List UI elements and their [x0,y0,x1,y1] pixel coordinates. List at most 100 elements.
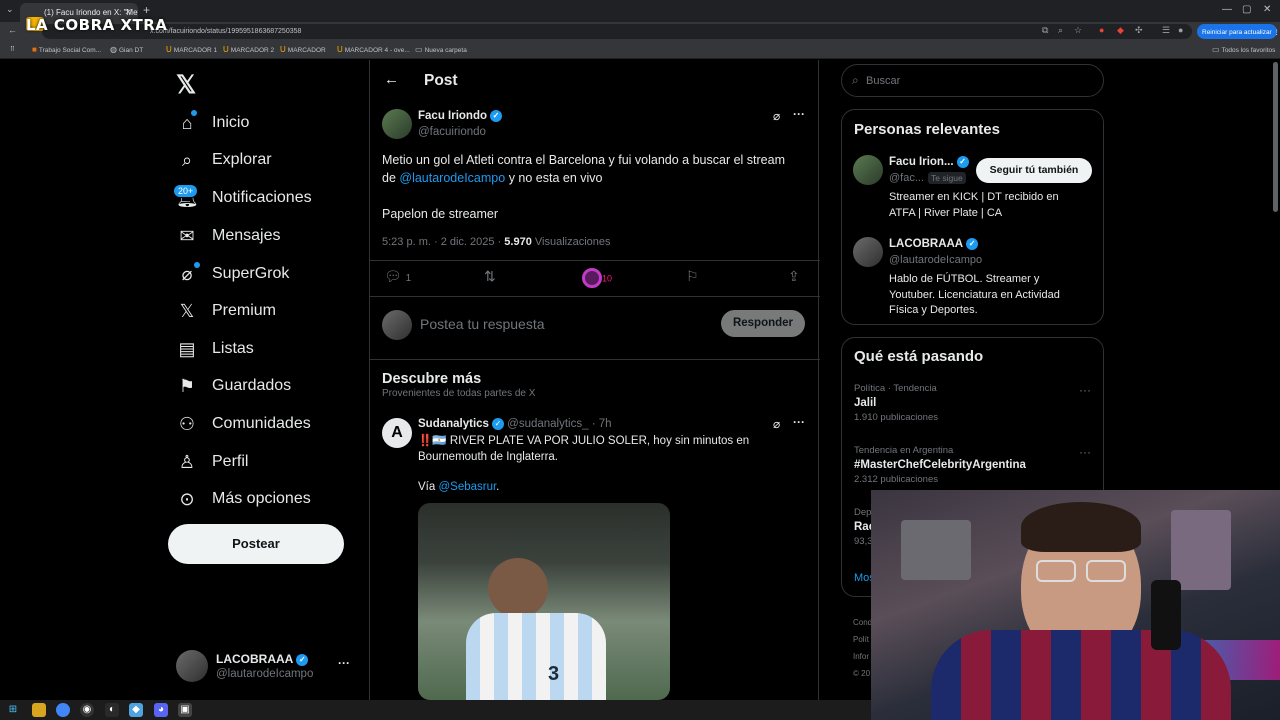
search-input[interactable]: ⌕ Buscar [841,64,1104,97]
mention-link[interactable]: @Sebasrur [438,481,496,493]
update-button[interactable]: Reiniciar para actualizar ⋮ [1197,24,1280,39]
back-arrow-icon[interactable]: ← [8,25,17,35]
avatar[interactable] [853,237,883,267]
verified-icon: ✓ [956,156,969,168]
nav-item-comunidades[interactable]: ⚇ Comunidades [176,409,311,439]
file-explorer-icon[interactable] [32,703,46,717]
more-icon[interactable]: ··· [338,656,350,670]
bookmark-item[interactable]: ◍ Gian DT [110,45,143,54]
reply-button[interactable]: Responder [721,310,805,337]
x-icon: 𝕏 [179,300,195,321]
verified-icon: ✓ [491,418,504,430]
window-close-icon[interactable]: ✕ [1263,4,1271,15]
tab-media-icon[interactable]: ☰ [1162,25,1170,36]
post-button[interactable]: Postear [168,524,344,564]
share-icon[interactable]: ⇪ [788,268,800,285]
nav-item-inicio[interactable]: ⌂ Inicio [176,108,250,138]
grok-icon[interactable]: ⌀ [773,417,780,431]
nav-item-mas-opciones[interactable]: ⊙ Más opciones [176,484,310,514]
bookmark-icon[interactable]: ⚐ [686,268,699,285]
like-count: 10 [602,273,613,284]
maximize-icon[interactable]: ▢ [1242,4,1251,15]
zoom-icon[interactable]: ⌕ [1058,25,1063,36]
discord-icon[interactable]: ◕ [154,703,168,717]
app-icon[interactable]: ◐ [105,703,119,717]
bookmark-item[interactable]: U MARCADOR 2 [223,45,274,54]
post-time[interactable]: 5:23 p. m. · 2 dic. 2025 · [382,236,501,248]
tab-search-icon[interactable]: ⌄ [6,4,14,15]
new-tab-icon[interactable]: + [143,3,150,17]
nav-item-mensajes[interactable]: ✉ Mensajes [176,221,280,251]
bookmark-item[interactable]: U MARCADOR 1 [166,45,217,54]
nav-item-guardados[interactable]: ⚑ Guardados [176,371,291,401]
app-icon[interactable]: ◆ [129,703,143,717]
person-handle: @fac... [889,172,925,184]
app-icon[interactable]: ◉ [80,703,94,717]
more-icon[interactable]: ··· [1079,445,1091,459]
author-handle[interactable]: @facuiriondo [418,126,486,138]
trend-item[interactable]: Tendencia en Argentina #MasterChefCelebr… [854,445,1094,485]
like-action[interactable]: 10 [582,268,612,288]
avatar[interactable] [853,155,883,185]
post-image[interactable]: 3 [418,503,670,700]
author-row[interactable]: Sudanalytics ✓ @sudanalytics_ · 7h [418,418,612,430]
person-name-row[interactable]: LACOBRAAA ✓ [889,238,979,250]
trend-item[interactable]: Política · Tendencia Jalil 1.910 publica… [854,383,1094,423]
nav-item-premium[interactable]: 𝕏 Premium [176,296,276,326]
extension-icon[interactable]: ● [1099,25,1104,35]
url-field[interactable]: x.com/facuiriondo/status/199595186368725… [42,24,1192,39]
account-switcher[interactable]: LACOBRAAA ✓ @lautarodeIcampo ··· [176,650,356,684]
more-icon[interactable]: ··· [1079,383,1091,397]
footer-link[interactable]: Cond [853,614,872,631]
nav-label: Perfil [212,453,249,470]
footer-link[interactable]: Polít [853,631,872,648]
bookmark-item[interactable]: U MARCADOR [280,45,326,54]
bookmark-folder[interactable]: ▭ Nueva carpeta [415,45,467,54]
mention-link[interactable]: @lautarodeIcampo [399,171,505,185]
bookmark-label: MARCADOR 4 - ove... [344,47,410,54]
reply-action[interactable]: 💬︎ 1 [384,268,411,285]
windows-start-icon[interactable]: ⊞ [6,703,20,717]
repost-icon[interactable]: ⇅ [484,268,496,285]
app-icon[interactable]: ▣ [178,703,192,717]
nav-item-listas[interactable]: ▤ Listas [176,334,253,364]
reply-input[interactable]: Postea tu respuesta [420,316,545,332]
author-row[interactable]: Facu Iriondo ✓ [418,110,502,122]
glasses-lens [1086,560,1126,582]
relevant-people-card: Personas relevantes Facu Irion... ✓ @fac.… [841,109,1104,325]
chrome-icon[interactable] [56,703,70,717]
footer-link[interactable]: Infor [853,648,872,665]
nav-label: Inicio [212,114,250,131]
sudanalytics-logo-icon[interactable]: A [382,418,412,448]
nav-item-perfil[interactable]: ♙ Perfil [176,447,249,477]
nav-item-supergrok[interactable]: ⌀ SuperGrok [176,259,290,289]
extension-icon[interactable]: ◆ [1117,25,1124,36]
post-text-line: de @lautarodeIcampo y no esta en vivo [382,169,812,187]
bookmark-item[interactable]: ■ Trabajo Social Com... [32,45,101,54]
person-name-row[interactable]: Facu Irion... ✓ [889,156,969,168]
grok-icon[interactable]: ⌀ [773,109,780,123]
person-handle: @lautarodeIcampo [889,254,983,266]
more-icon[interactable]: ··· [793,107,805,121]
x-logo-icon[interactable]: 𝕏 [176,70,196,100]
profile-icon[interactable]: ● [1178,25,1183,35]
follow-back-button[interactable]: Seguir tú también [976,158,1092,183]
back-arrow-icon[interactable]: ← [384,71,399,88]
person-name: Facu Irion... [889,156,954,169]
jersey [466,613,606,700]
post-text-line: Papelon de streamer [382,207,499,221]
avatar[interactable] [382,109,412,139]
cast-icon[interactable]: ⧉ [1042,25,1048,36]
all-bookmarks[interactable]: ▭ Todos los favoritos [1212,45,1275,54]
star-icon[interactable]: ☆ [1074,25,1082,36]
nav-item-explorar[interactable]: ⌕ Explorar [176,145,272,175]
more-icon[interactable]: ··· [793,415,805,429]
extensions-puzzle-icon[interactable]: ✣ [1135,25,1143,36]
bookmark-item[interactable]: U MARCADOR 4 - ove... [337,45,410,54]
scrollbar[interactable] [1273,62,1278,212]
folder-icon: ▭ [415,45,423,54]
apps-icon[interactable]: ⠿ [10,45,15,53]
streamer-hair [1021,502,1141,552]
author-name: Facu Iriondo [418,110,487,123]
minimize-icon[interactable]: — [1222,4,1232,15]
